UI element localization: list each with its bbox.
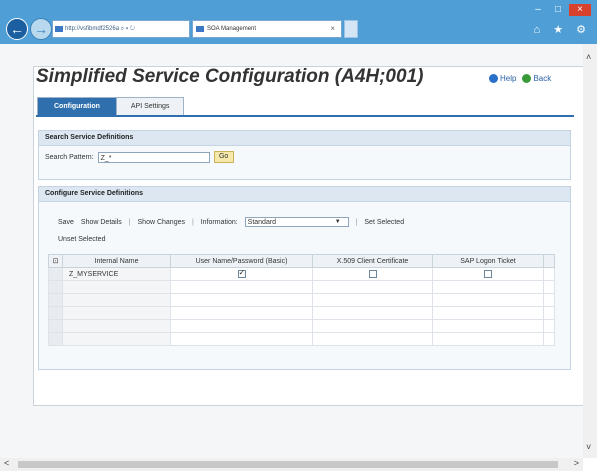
help-back-links: Help Back bbox=[489, 74, 551, 84]
help-link[interactable]: Help bbox=[489, 74, 516, 84]
basic-auth-checkbox[interactable] bbox=[237, 268, 246, 278]
column-header-basic-auth[interactable]: User Name/Password (Basic) bbox=[170, 254, 313, 268]
x509-cell bbox=[312, 267, 433, 281]
unset-selected-button[interactable]: Unset Selected bbox=[58, 236, 105, 243]
scroll-down-icon[interactable]: ˅ bbox=[586, 442, 591, 452]
page-tabs: Configuration API Settings bbox=[37, 97, 185, 115]
vertical-scrollbar[interactable]: ˄ ˅ bbox=[583, 44, 597, 458]
sap-logon-cell bbox=[432, 267, 544, 281]
row-selector[interactable] bbox=[48, 267, 63, 281]
configure-group-heading: Configure Service Definitions bbox=[39, 187, 570, 202]
show-changes-button[interactable]: Show Changes bbox=[138, 219, 185, 226]
tab-configuration[interactable]: Configuration bbox=[37, 97, 117, 115]
configure-toolbar: Save Show Details | Show Changes | Infor… bbox=[58, 217, 409, 227]
browser-tools-icons[interactable]: ⌂ ★ ⚙ bbox=[534, 23, 591, 36]
go-button[interactable]: Go bbox=[213, 151, 234, 163]
chevron-down-icon: ▼ bbox=[334, 219, 341, 225]
scroll-right-icon[interactable]: > bbox=[574, 458, 579, 468]
table-row bbox=[48, 319, 555, 333]
basic-auth-cell bbox=[170, 267, 313, 281]
new-tab-button[interactable] bbox=[344, 20, 358, 38]
browser-forward-button[interactable]: → bbox=[30, 18, 52, 40]
search-pattern-input[interactable]: Z_* bbox=[97, 151, 210, 163]
internal-name-cell: Z_MYSERVICE bbox=[62, 267, 171, 281]
row-selector[interactable] bbox=[48, 293, 63, 307]
row-selector[interactable] bbox=[48, 332, 63, 346]
browser-chrome: – □ × ← → http://vsfibmdf2526a ⌕ ▾ ↻ SOA… bbox=[0, 0, 597, 44]
table-row bbox=[48, 332, 555, 346]
browser-tab[interactable]: SOA Management × bbox=[192, 20, 342, 38]
show-details-button[interactable]: Show Details bbox=[81, 219, 122, 226]
table-row bbox=[48, 293, 555, 307]
column-header-x509[interactable]: X.509 Client Certificate bbox=[312, 254, 433, 268]
maximize-button[interactable]: □ bbox=[549, 4, 567, 16]
page-favicon-icon bbox=[55, 26, 63, 32]
configure-toolbar-row2: Unset Selected bbox=[58, 236, 110, 243]
back-icon bbox=[522, 74, 532, 84]
table-scroll-cell bbox=[543, 267, 555, 281]
x509-checkbox[interactable] bbox=[368, 270, 377, 278]
scroll-left-icon[interactable]: < bbox=[4, 458, 9, 468]
tab-underline bbox=[36, 115, 574, 117]
address-controls[interactable]: ⌕ ▾ ↻ bbox=[121, 26, 135, 32]
row-selector[interactable] bbox=[48, 280, 63, 294]
search-group-heading: Search Service Definitions bbox=[39, 131, 570, 146]
browser-tab-title: SOA Management bbox=[207, 26, 257, 32]
information-select[interactable]: Standard ▼ bbox=[244, 217, 349, 227]
information-label: Information: bbox=[200, 218, 238, 226]
minimize-button[interactable]: – bbox=[529, 4, 547, 16]
tab-favicon-icon bbox=[196, 26, 204, 32]
browser-back-button[interactable]: ← bbox=[6, 18, 28, 40]
page-content: Simplified Service Configuration (A4H;00… bbox=[0, 44, 583, 458]
help-icon bbox=[489, 74, 498, 84]
horizontal-scroll-thumb[interactable] bbox=[18, 461, 558, 468]
table-scroll-header bbox=[543, 254, 555, 268]
table-row[interactable]: Z_MYSERVICE bbox=[48, 267, 555, 281]
sap-logon-checkbox[interactable] bbox=[484, 270, 492, 278]
save-button[interactable]: Save bbox=[58, 219, 74, 226]
table-row bbox=[48, 306, 555, 320]
row-selector[interactable] bbox=[48, 319, 63, 333]
close-window-button[interactable]: × bbox=[569, 4, 591, 16]
information-select-value: Standard bbox=[247, 219, 277, 226]
back-link[interactable]: Back bbox=[522, 74, 551, 84]
column-chooser-icon[interactable]: ⊡ bbox=[48, 254, 63, 268]
close-tab-icon[interactable]: × bbox=[330, 21, 335, 37]
toolbar-separator: | bbox=[191, 218, 194, 226]
horizontal-scrollbar[interactable]: < > bbox=[0, 458, 583, 471]
table-row bbox=[48, 280, 555, 294]
table-header-row: ⊡ Internal Name User Name/Password (Basi… bbox=[48, 254, 555, 268]
service-definitions-table: ⊡ Internal Name User Name/Password (Basi… bbox=[48, 254, 555, 346]
toolbar-separator: | bbox=[355, 218, 358, 226]
window-controls: – □ × bbox=[529, 4, 591, 16]
page-title: Simplified Service Configuration (A4H;00… bbox=[36, 66, 424, 87]
toolbar-separator: | bbox=[128, 218, 131, 226]
address-url: http://vsfibmdf2526a bbox=[65, 26, 120, 32]
set-selected-button[interactable]: Set Selected bbox=[364, 219, 404, 226]
search-row: Search Pattern: Z_* Go bbox=[45, 151, 234, 163]
column-header-internal-name[interactable]: Internal Name bbox=[62, 254, 171, 268]
search-pattern-label: Search Pattern: bbox=[45, 153, 94, 161]
row-selector[interactable] bbox=[48, 306, 63, 320]
scroll-up-icon[interactable]: ˄ bbox=[586, 52, 591, 62]
address-bar[interactable]: http://vsfibmdf2526a ⌕ ▾ ↻ bbox=[52, 20, 190, 38]
search-group: Search Service Definitions Search Patter… bbox=[38, 130, 571, 180]
tab-api-settings[interactable]: API Settings bbox=[115, 97, 185, 115]
column-header-sap-logon[interactable]: SAP Logon Ticket bbox=[432, 254, 544, 268]
